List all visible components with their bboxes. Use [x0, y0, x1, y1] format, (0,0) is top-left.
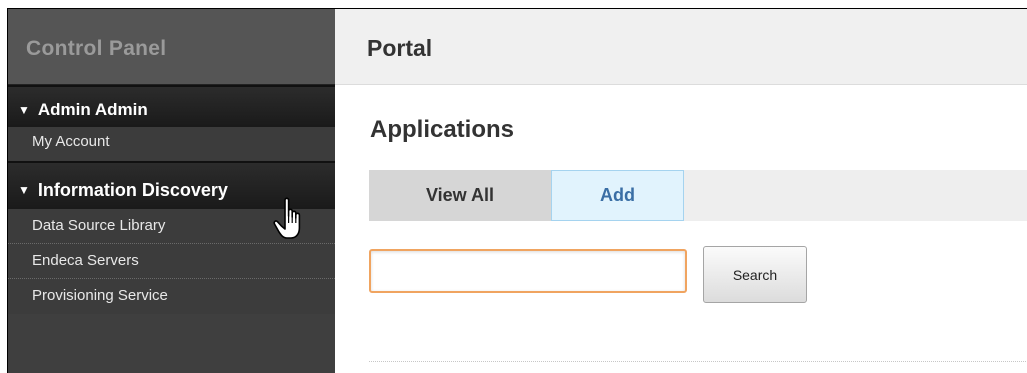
sidebar-item-endeca-servers[interactable]: Endeca Servers	[8, 244, 335, 279]
search-button[interactable]: Search	[703, 246, 807, 303]
main-content: Portal Applications View All Add Search	[335, 9, 1027, 373]
tab-add[interactable]: Add	[551, 170, 684, 221]
tab-view-all[interactable]: View All	[369, 170, 551, 221]
divider	[369, 361, 1027, 362]
sidebar-section-admin[interactable]: ▼ Admin Admin	[8, 85, 335, 127]
control-panel-title: Control Panel	[26, 37, 167, 60]
triangle-down-icon: ▼	[18, 103, 30, 117]
page-title: Portal	[367, 35, 433, 61]
sidebar-section-label: Information Discovery	[37, 180, 228, 200]
app-window: Control Panel ▼ Admin Admin My Account ▼…	[7, 8, 1027, 373]
portal-header: Portal	[335, 9, 1027, 85]
applications-heading: Applications	[370, 116, 515, 143]
control-panel-sidebar: Control Panel ▼ Admin Admin My Account ▼…	[8, 9, 335, 373]
control-panel-header: Control Panel	[8, 9, 335, 85]
tab-bar: View All Add	[369, 170, 1027, 221]
sidebar-item-provisioning-service[interactable]: Provisioning Service	[8, 279, 335, 314]
triangle-down-icon: ▼	[18, 183, 30, 197]
hand-pointer-icon	[273, 197, 301, 239]
search-input[interactable]	[369, 249, 687, 293]
sidebar-section-label: Admin Admin	[37, 100, 148, 119]
sidebar-item-my-account[interactable]: My Account	[8, 127, 335, 161]
